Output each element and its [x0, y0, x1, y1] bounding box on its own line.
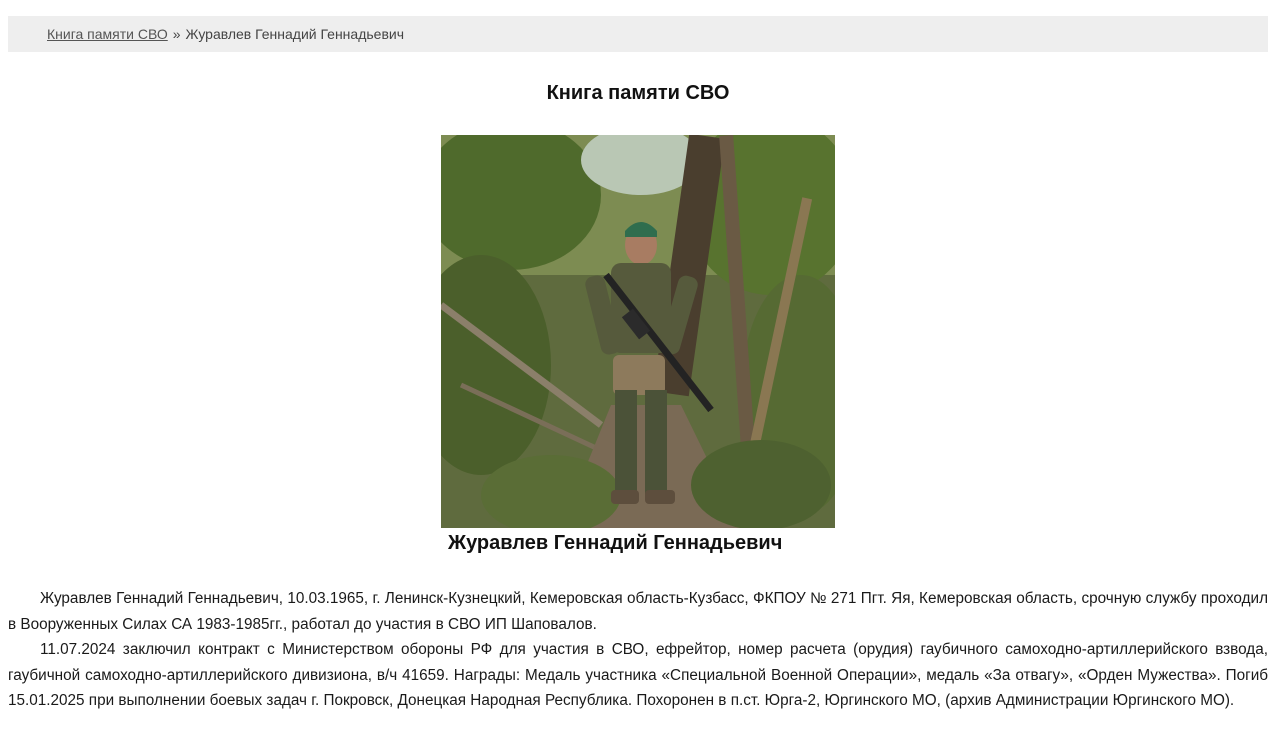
breadcrumb-current: Журавлев Геннадий Геннадьевич — [185, 26, 404, 42]
breadcrumb-link-book-of-memory[interactable]: Книга памяти СВО — [47, 26, 168, 42]
page-title: Книга памяти СВО — [546, 82, 730, 104]
memorial-photo — [441, 135, 835, 528]
biography: Журавлев Геннадий Геннадьевич, 10.03.196… — [8, 586, 1268, 714]
photo-caption: Журавлев Геннадий Геннадьевич — [448, 532, 783, 554]
breadcrumb: Книга памяти СВО» Журавлев Геннадий Генна… — [8, 16, 1268, 52]
breadcrumb-separator: » — [172, 26, 181, 42]
biography-paragraph: Журавлев Геннадий Геннадьевич, 10.03.196… — [8, 590, 1268, 633]
biography-paragraph: 11.07.2024 заключил контракт с Министерс… — [8, 641, 1268, 710]
